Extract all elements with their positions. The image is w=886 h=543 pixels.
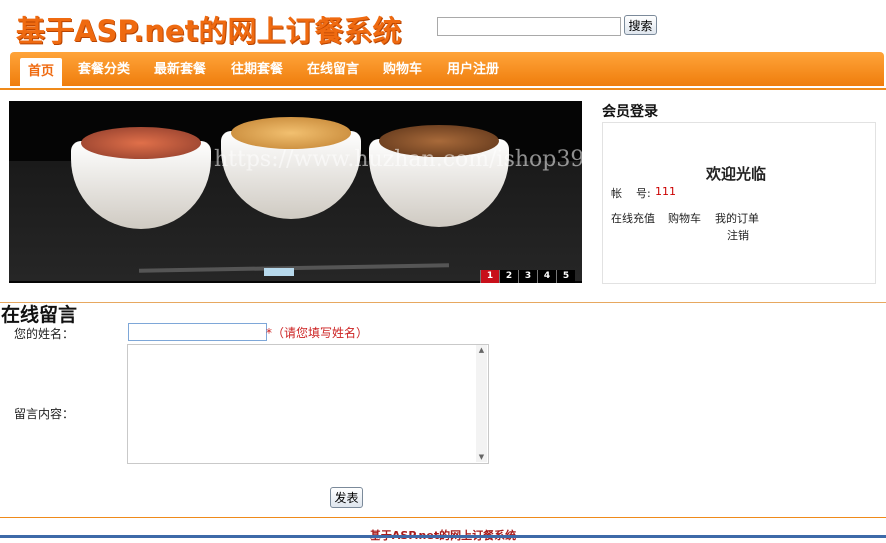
search-input[interactable] xyxy=(437,17,621,36)
recharge-link[interactable]: 在线充值 xyxy=(611,210,655,226)
banner-pager: 1 2 3 4 5 xyxy=(480,270,575,283)
footer-bar xyxy=(0,535,886,538)
footer-divider xyxy=(0,517,886,518)
account-label: 帐 号: xyxy=(611,187,651,200)
nav-item-register[interactable]: 用户注册 xyxy=(447,52,499,86)
nav-item-past[interactable]: 往期套餐 xyxy=(231,52,283,86)
textarea-scrollbar[interactable]: ▲ ▼ xyxy=(476,345,487,462)
account-value: 111 xyxy=(655,185,676,198)
site-logo-title: 基于ASP.net的网上订餐系统 xyxy=(16,14,402,48)
banner-page-5[interactable]: 5 xyxy=(556,270,575,283)
member-panel: 欢迎光临 帐 号: 111 在线充值 购物车 我的订单 注销 xyxy=(602,122,876,284)
banner-page-2[interactable]: 2 xyxy=(499,270,518,283)
section-divider xyxy=(0,302,886,303)
main-nav: 首页 套餐分类 最新套餐 往期套餐 在线留言 购物车 用户注册 xyxy=(10,52,884,86)
nav-item-home[interactable]: 首页 xyxy=(20,58,63,86)
banner-slideshow[interactable] xyxy=(9,101,582,283)
banner-chopstick-rest-image xyxy=(264,268,294,276)
banner-page-4[interactable]: 4 xyxy=(537,270,556,283)
banner-page-1[interactable]: 1 xyxy=(480,270,499,283)
name-hint: *（请您填写姓名） xyxy=(266,326,369,340)
message-content-textarea[interactable] xyxy=(127,344,489,464)
nav-divider xyxy=(0,88,886,90)
nav-item-cart[interactable]: 购物车 xyxy=(383,52,422,86)
nav-item-newest[interactable]: 最新套餐 xyxy=(154,52,206,86)
name-input[interactable] xyxy=(128,323,267,341)
welcome-text: 欢迎光临 xyxy=(706,165,767,183)
my-orders-link[interactable]: 我的订单 xyxy=(715,210,759,226)
submit-button[interactable]: 发表 xyxy=(330,487,363,508)
nav-item-guestbook[interactable]: 在线留言 xyxy=(307,52,359,86)
watermark-text: https://www.huzhan.com/ishop39397 xyxy=(214,147,627,172)
banner-page-3[interactable]: 3 xyxy=(518,270,537,283)
cart-link[interactable]: 购物车 xyxy=(668,210,701,226)
scroll-down-icon[interactable]: ▼ xyxy=(476,452,487,462)
search-button[interactable]: 搜索 xyxy=(624,15,657,35)
nav-item-categories[interactable]: 套餐分类 xyxy=(78,52,130,86)
content-label: 留言内容： xyxy=(14,407,75,421)
scroll-up-icon[interactable]: ▲ xyxy=(476,345,487,355)
member-login-title: 会员登录 xyxy=(602,104,658,120)
guestbook-title: 在线留言 xyxy=(1,304,78,326)
logout-link[interactable]: 注销 xyxy=(727,227,749,243)
name-label: 您的姓名： xyxy=(14,327,75,341)
